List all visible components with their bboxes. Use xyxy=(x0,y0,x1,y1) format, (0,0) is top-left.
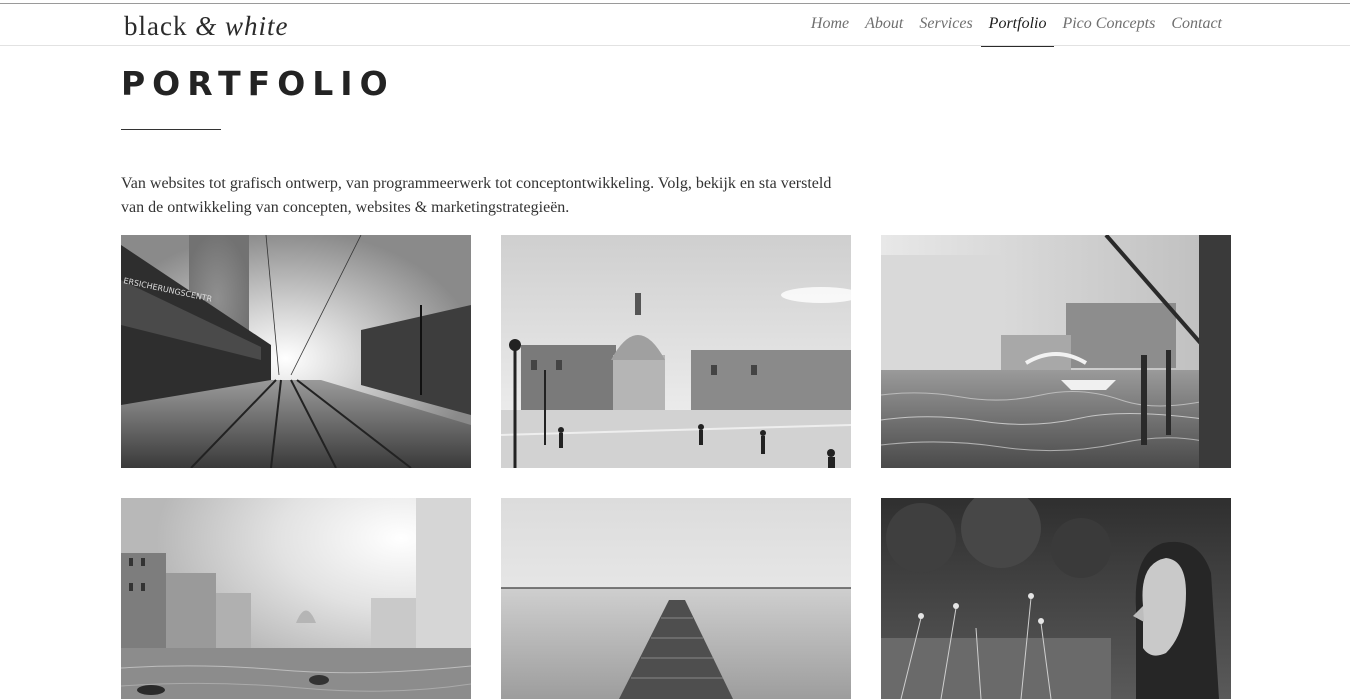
portfolio-item-canal-boat[interactable] xyxy=(881,235,1231,468)
portfolio-item-tram-tracks[interactable]: ERSICHERUNGSCENTR xyxy=(121,235,471,468)
pier-photo xyxy=(501,498,851,699)
portfolio-item-pier[interactable] xyxy=(501,498,851,699)
nav-home[interactable]: Home xyxy=(803,4,857,46)
nav-portfolio[interactable]: Portfolio xyxy=(980,4,1055,47)
nav-about[interactable]: About xyxy=(857,4,911,46)
intro-text: Van websites tot grafisch ontwerp, van p… xyxy=(121,175,832,216)
grand-canal-photo xyxy=(121,498,471,699)
title-underline xyxy=(121,129,221,130)
tram-tracks-photo: ERSICHERUNGSCENTR xyxy=(121,235,471,468)
site-logo[interactable]: black & white xyxy=(124,11,289,42)
nav-services[interactable]: Services xyxy=(911,4,980,46)
logo-word-black: black xyxy=(124,11,188,41)
nav-pico-concepts[interactable]: Pico Concepts xyxy=(1054,4,1163,46)
logo-word-white: white xyxy=(225,11,289,41)
main-nav: Home About Services Portfolio Pico Conce… xyxy=(803,4,1230,47)
portfolio-item-grand-canal[interactable] xyxy=(121,498,471,699)
logo-ampersand: & xyxy=(195,11,218,41)
canal-boat-photo xyxy=(881,235,1231,468)
woman-meadow-photo xyxy=(881,498,1231,699)
portfolio-item-woman-meadow[interactable] xyxy=(881,498,1231,699)
portfolio-item-church-plaza[interactable] xyxy=(501,235,851,468)
church-plaza-photo xyxy=(501,235,851,468)
site-header: black & white Home About Services Portfo… xyxy=(0,4,1350,47)
nav-contact[interactable]: Contact xyxy=(1163,4,1230,46)
page-title: PORTFOLIO xyxy=(121,64,395,103)
